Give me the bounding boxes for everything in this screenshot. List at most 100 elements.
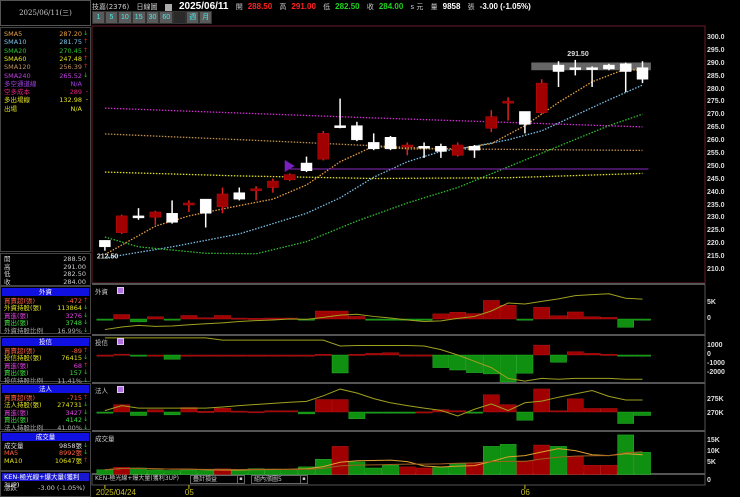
candle[interactable] xyxy=(569,59,582,76)
candle[interactable] xyxy=(552,61,565,87)
candle-body xyxy=(99,240,111,248)
candle[interactable] xyxy=(535,79,548,115)
candle-body xyxy=(468,146,481,151)
trust-bar xyxy=(197,354,215,357)
candle-body xyxy=(519,111,531,125)
foreign-bar xyxy=(483,300,500,320)
candle[interactable] xyxy=(384,135,397,151)
candle[interactable] xyxy=(317,130,330,161)
volume-bar xyxy=(550,446,567,475)
candle[interactable] xyxy=(619,62,632,93)
candle-body xyxy=(367,142,380,150)
candle[interactable] xyxy=(435,143,447,158)
overlay-dropdown[interactable]: 疊計損益 xyxy=(190,475,238,484)
candle[interactable] xyxy=(149,210,162,225)
trust-bar xyxy=(567,351,584,356)
price-axis-tick: 300.0 xyxy=(707,34,725,41)
candle[interactable] xyxy=(99,240,111,251)
candle[interactable] xyxy=(418,142,430,158)
candle[interactable] xyxy=(267,178,279,193)
signal-triangle-icon xyxy=(284,159,295,172)
candle[interactable] xyxy=(468,144,481,158)
institutional-bar xyxy=(449,410,467,413)
foreign-bar xyxy=(432,313,450,320)
candle[interactable] xyxy=(502,97,514,121)
volume-bar xyxy=(163,470,181,475)
candle[interactable] xyxy=(233,187,246,201)
institutional-bar xyxy=(600,408,618,413)
trust-bar xyxy=(214,354,231,357)
trust-bar xyxy=(146,354,164,357)
candle[interactable] xyxy=(132,208,145,220)
candle[interactable] xyxy=(485,110,498,133)
institutional-bar xyxy=(96,411,114,414)
candle[interactable] xyxy=(250,186,262,201)
volume-bar xyxy=(180,469,198,475)
institutional-bar xyxy=(483,394,500,413)
candle[interactable] xyxy=(199,198,212,228)
foreign-bar xyxy=(247,318,265,320)
group-dropdown[interactable]: 組內漲圖5 xyxy=(251,475,301,484)
trust-settings-icon[interactable] xyxy=(117,338,124,345)
foreign-bar xyxy=(516,318,534,321)
overlay-dropdown-arrow[interactable]: ▪ xyxy=(237,475,245,484)
candle-body xyxy=(233,192,246,200)
sub-axis-tick: 275K xyxy=(707,396,724,403)
foreign-bar xyxy=(365,318,383,321)
candle[interactable] xyxy=(300,156,313,173)
foreign-bar xyxy=(415,318,433,321)
group-dropdown-arrow[interactable]: ▪ xyxy=(300,475,308,484)
institutional-bar xyxy=(516,411,534,421)
candle-body xyxy=(401,144,414,148)
trust-bar xyxy=(264,354,282,357)
volume-bar xyxy=(365,467,383,475)
foreign-bar xyxy=(113,314,130,320)
foreign-settings-icon[interactable] xyxy=(117,287,124,294)
ma-line-sma5 xyxy=(104,68,643,256)
institutional-bar xyxy=(634,411,651,416)
foreign-bar xyxy=(96,318,114,321)
price-axis-tick: 270.0 xyxy=(707,111,725,119)
candle-body xyxy=(267,180,279,188)
candle[interactable] xyxy=(367,133,380,151)
date-axis-label: 2025/04/24 xyxy=(95,488,136,497)
trust-bar xyxy=(315,354,332,356)
date-axis-label: 06 xyxy=(520,488,530,497)
candle[interactable] xyxy=(166,200,178,224)
candle[interactable] xyxy=(283,173,296,182)
candle-body xyxy=(132,215,145,219)
candle-body xyxy=(619,63,632,72)
sub-axis-tick: -2000 xyxy=(707,369,725,376)
foreign-bar xyxy=(264,317,282,320)
candle[interactable] xyxy=(334,98,346,129)
institutional-bar xyxy=(583,408,601,413)
sub-axis-tick: 10K xyxy=(707,448,720,455)
candle[interactable] xyxy=(115,214,128,234)
volume-bar xyxy=(449,463,467,475)
candle[interactable] xyxy=(351,121,363,142)
institutional-bar xyxy=(617,411,634,424)
institutional-settings-icon[interactable] xyxy=(117,386,124,393)
foreign-bar xyxy=(617,318,634,328)
candle-body xyxy=(384,137,397,150)
volume-bar xyxy=(96,469,114,475)
trust-bar xyxy=(281,354,299,357)
foreign-bar xyxy=(600,317,618,320)
trust-bar xyxy=(163,354,181,360)
price-axis-tick: 225.0 xyxy=(707,227,725,235)
volume-bar xyxy=(499,444,517,475)
candle-body xyxy=(334,125,346,128)
candle-body xyxy=(351,125,363,141)
candle[interactable] xyxy=(451,142,464,157)
institutional-bar xyxy=(466,411,483,414)
candle[interactable] xyxy=(183,200,195,213)
institutional-bar xyxy=(567,398,584,413)
candle[interactable] xyxy=(519,111,531,134)
stock-chart[interactable]: 212.50 291.50 xyxy=(0,0,740,497)
candle-body xyxy=(569,67,582,70)
foreign-bar xyxy=(533,306,550,320)
volume-bar xyxy=(331,446,349,475)
sub-axis-tick: 1000 xyxy=(707,342,723,349)
candle-body xyxy=(300,162,313,172)
foreign-bar xyxy=(583,316,601,320)
